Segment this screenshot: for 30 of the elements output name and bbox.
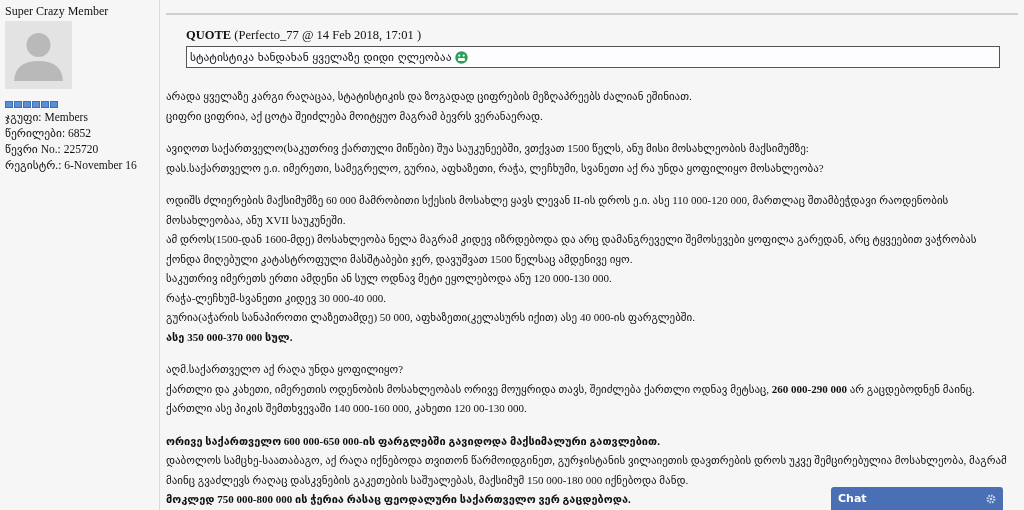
grin-emoticon-icon bbox=[454, 50, 468, 64]
post-text: გურია(აჭარის სანაპიროთი ლაზეთამდე) 50 000, აფხაზეთი(კელასურს იქით) ასე 40 000-ის ფარგლებში. bbox=[166, 310, 695, 326]
post-text: არადა ყველაზე კარგი რაღაცაა, სტატისტიკის და ზოგადად ციფრების მეზღაპრეებს ძალიან ეშინიათ. bbox=[166, 89, 692, 105]
post-text: ასე 350 000-370 000 სულ. bbox=[166, 329, 293, 345]
member-stat: რეგისტრ.: 6-November 16 bbox=[5, 158, 138, 173]
post-text: აღმ.საქართველო აქ რაღა უნდა ყოფილიყო? bbox=[166, 362, 404, 378]
post-text: ამ დროს(1500-დან 1600-მდე) მოსახლეობა ნელა მაგრამ კიდევ იზრდებოდა და არც დამანგრეველი შემოსევები ყოფილა გარედან, არც ტყვეებით ვაჭრობას ქონდა მიღებული კატასტროფული მასშტაბები ჯერ, დავუშვათ 1500 წელსაც ამდენივე იყო. bbox=[166, 232, 978, 268]
post-text: ციფრი ციფრია, აქ ცოტა შეიძლება მოიტყუო მაგრამ ბევრს ვერანაერად. bbox=[166, 108, 543, 125]
post-text: ავიღოთ საქართველო(საკუთრივ ქართული მიწები) შუა საუკუნეებში, ვთქვათ 1500 წელს, ანუ მისი მოსახლეობის მაქსიმუმზე: bbox=[166, 141, 809, 157]
post-text: ოდიშს ძლიერების მაქსიმუმზე 60 000 მამრობითი სქესის მოსახლე ყავს ლევან II-ის დროს ე.ი. ასე 110 000-120 000, მართლაც შთამბეჭდავი რაოდენობის მოსახლეობაა, ანუ XVII საუკუნეში. bbox=[166, 193, 950, 229]
post-text: მოკლედ 750 000-800 000 ის ჭერია რასაც ფეოდალური საქართველო ვერ გაცდებოდა. bbox=[166, 492, 631, 507]
member-rank: Super Crazy Member bbox=[5, 4, 110, 19]
member-stat: ჯგუფი: Members bbox=[5, 110, 89, 125]
member-stat: წერილები: 6852 bbox=[5, 126, 92, 141]
settings-icon[interactable] bbox=[986, 493, 996, 504]
post-text: დაბოლოს სამცხე-საათაბაგო, აქ რაღა იქნებოდა თვითონ წარმოიდგინეთ, გურჯისტანის ვილაიეთის დავთრების დროს უკვე შემცირებულია მოსახლეობა, მაგრამ მაინც გვაძლევს რაღაც დასკვნების გაკეთების საშუალებას, მაქსიმუმ 150 000-180 000 იქნებოდა მანდ. bbox=[166, 453, 1008, 489]
post-text: ქართლი და კახეთი, იმერეთის ოდენობის მოსახლეობას ორივე მოუყრიდა თავს, შეიძლება ქართლი ოდნავ მეტსაც, 260 000-290 000 არ გაცდებოდნენ მაინც. bbox=[166, 381, 975, 398]
chat-bar[interactable]: Chat bbox=[831, 487, 1003, 510]
member-stat: წევრი No.: 225720 bbox=[5, 142, 100, 157]
chat-title: Chat bbox=[838, 492, 867, 505]
quote-label: QUOTE bbox=[186, 28, 232, 42]
post-text: ქართლი ასე პიკის შემთხვევაში 140 000-160 000, კახეთი 120 00-130 000. bbox=[166, 401, 527, 417]
quote-meta: (Perfecto_77 @ 14 Feb 2018, 17:01 ) bbox=[234, 28, 422, 42]
avatar-placeholder bbox=[5, 21, 72, 89]
rank-pips-icon bbox=[5, 101, 58, 109]
post-text: დას.საქართველო ე.ი. იმერეთი, სამეგრელო, გურია, აფხაზეთი, რაჭა, ლეჩხუმი, სვანეთი აქ რა უნდა ყოფილიყო მოსახლეობა? bbox=[166, 160, 824, 177]
quote-text: სტატისტიკა ხანდახან ყველაზე დიდი ღლეობაა bbox=[190, 50, 452, 64]
post-text: ორივე საქართველო 600 000-650 000-ის ფარგლებში გავიდოდა მაქსიმალური გათვლებით. bbox=[166, 433, 660, 449]
post-text: საკუთრივ იმერეთს ერთი ამდენი ან სულ ოდნავ მეტი ეყოლებოდა ანუ 120 000-130 000. bbox=[166, 271, 612, 287]
post-text: რაჭა-ლეჩხუმ-სვანეთი კიდევ 30 000-40 000. bbox=[166, 290, 386, 307]
